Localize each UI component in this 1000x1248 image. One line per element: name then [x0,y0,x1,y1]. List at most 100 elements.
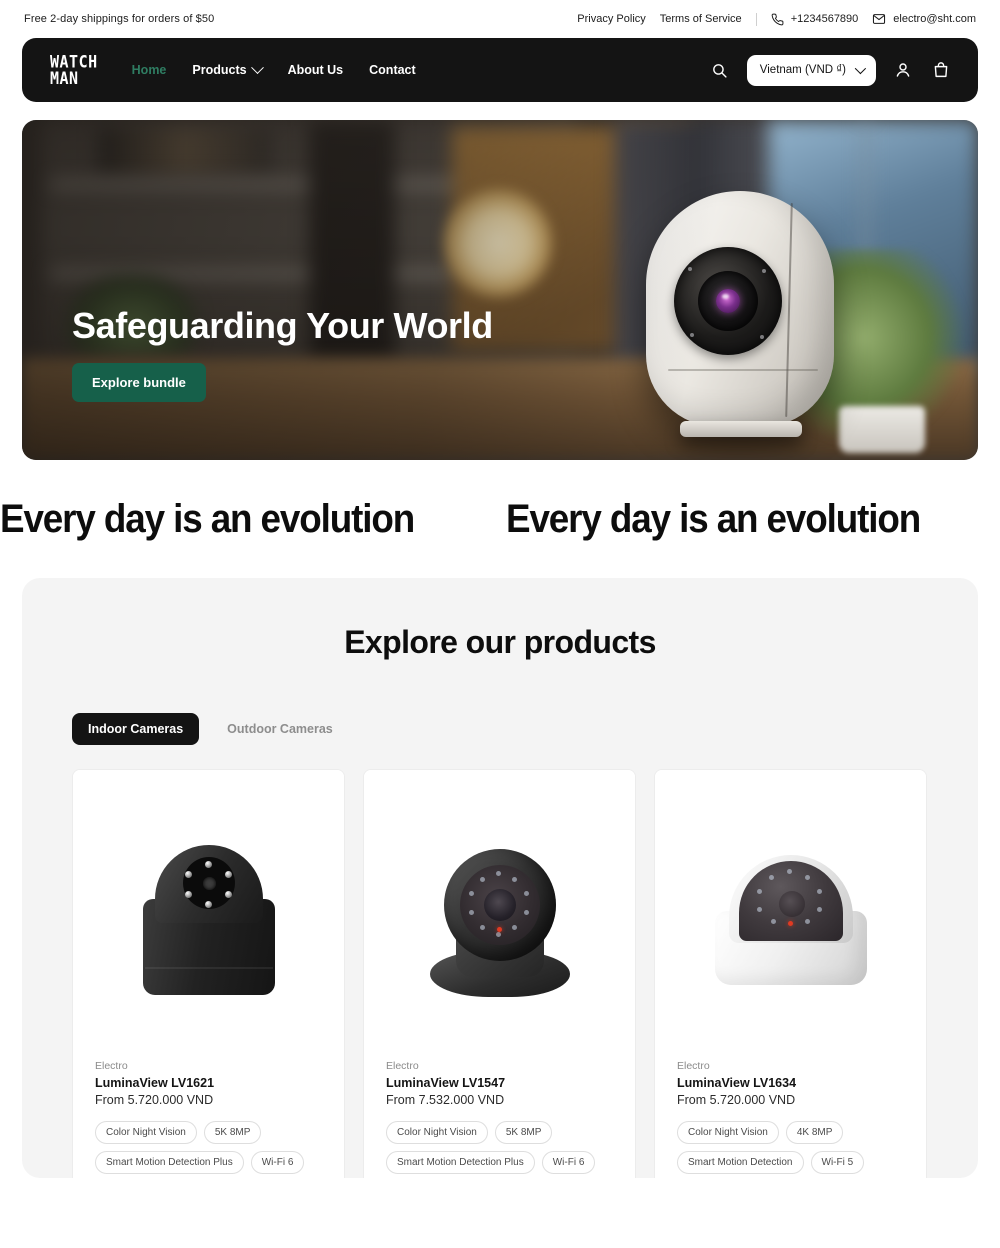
product-title[interactable]: LuminaView LV1634 [677,1076,904,1090]
product-card[interactable]: Electro LuminaView LV1621 From 5.720.000… [72,769,345,1178]
camera-dome [443,849,556,961]
ir-led [224,871,232,878]
product-vendor: Electro [677,1060,710,1072]
ir-led [468,910,474,915]
ir-led [479,877,485,882]
hero-overlay [22,120,978,460]
hero-title: Safeguarding Your World [72,305,493,346]
product-tag: Smart Motion Detection [677,1151,804,1174]
header: WATCH MAN Home Products About Us Contact… [0,38,1000,102]
privacy-policy-link[interactable]: Privacy Policy [577,13,645,25]
ir-led [523,910,529,915]
tab-outdoor-cameras[interactable]: Outdoor Cameras [211,713,349,745]
product-tag: Color Night Vision [386,1121,488,1144]
product-tag: Smart Motion Detection Plus [95,1151,244,1174]
primary-nav: Home Products About Us Contact [132,60,416,77]
camera-seam [144,967,273,969]
ir-led [816,889,822,894]
navigation-bar: WATCH MAN Home Products About Us Contact… [22,38,978,102]
nav-item-home-label: Home [131,63,167,77]
camera-glass [459,865,540,945]
product-grid: Electro LuminaView LV1621 From 5.720.000… [22,745,978,1178]
product-info: Electro LuminaView LV1621 From 5.720.000… [73,1060,344,1178]
email-contact[interactable]: electro@sht.com [872,12,976,26]
ir-led [511,925,517,930]
ir-led [224,891,232,898]
user-icon[interactable] [892,59,914,81]
product-tag: 5K 8MP [203,1121,262,1144]
hero-content: Safeguarding Your World Explore bundle [72,305,493,402]
ir-led [204,861,212,868]
announcement-bar: Free 2-day shippings for orders of $50 P… [0,0,1000,38]
phone-icon [771,13,784,26]
product-card[interactable]: Electro LuminaView LV1634 From 5.720.000… [654,769,927,1178]
currency-selected-value: Vietnam (VND ₫) [759,64,846,76]
status-led [496,927,502,932]
product-card[interactable]: Electro LuminaView LV1547 From 7.532.000… [363,769,636,1178]
marquee-text: Every day is an evolution [506,496,921,541]
nav-item-contact[interactable]: Contact [369,63,416,77]
section-title: Explore our products [344,624,656,660]
nav-actions: Vietnam (VND ₫) [709,54,952,86]
product-info: Electro LuminaView LV1547 From 7.532.000… [364,1060,635,1178]
nav-item-products[interactable]: Products [192,60,264,77]
ir-led [523,891,529,896]
divider [755,12,757,26]
product-price: From 7.532.000 VND [386,1093,505,1107]
phone-contact[interactable]: +1234567890 [771,13,859,26]
shopping-bag-icon[interactable] [930,59,952,81]
product-tags: Color Night Vision 5K 8MP Smart Motion D… [386,1121,613,1174]
ir-led [770,919,776,924]
product-title[interactable]: LuminaView LV1621 [95,1076,322,1090]
mail-icon [872,12,886,26]
product-title[interactable]: LuminaView LV1547 [386,1076,613,1090]
status-led [787,921,793,926]
currency-selector[interactable]: Vietnam (VND ₫) [746,54,876,86]
hero-banner: Safeguarding Your World Explore bundle [22,120,978,460]
ir-led [479,925,485,930]
product-tag: Wi-Fi 5 [810,1151,865,1174]
site-logo[interactable]: WATCH MAN [50,53,98,86]
terms-of-service-link[interactable]: Terms of Service [660,13,742,25]
ir-led [816,907,822,912]
ir-led [804,875,810,880]
search-icon[interactable] [709,59,731,81]
ir-led [204,901,212,908]
ir-led [184,891,192,898]
marquee-text: Every day is an evolution [0,496,415,541]
explore-bundle-button[interactable]: Explore bundle [72,363,206,402]
product-image [364,770,635,1060]
chevron-down-icon [854,62,867,75]
white-dome-camera-illustration [703,827,879,1003]
dark-turret-camera-illustration [412,827,588,1003]
product-tag: 5K 8MP [494,1121,553,1144]
nav-item-products-label: Products [192,63,247,77]
marquee-banner: Every day is an evolution Every day is a… [0,460,1000,578]
nav-item-home[interactable]: Home [132,63,167,77]
tab-indoor-cameras[interactable]: Indoor Cameras [72,713,200,745]
product-vendor: Electro [386,1060,419,1072]
camera-lens [202,877,216,890]
camera-lens [778,891,805,917]
product-price: From 5.720.000 VND [95,1093,214,1107]
ir-led [786,869,792,874]
product-info: Electro LuminaView LV1634 From 5.720.000… [655,1060,926,1178]
phone-number: +1234567890 [790,13,859,25]
ir-led [756,889,762,894]
ir-led [468,891,474,896]
product-tag: Color Night Vision [677,1121,779,1144]
product-tag: Smart Motion Detection Plus [386,1151,535,1174]
ir-led [495,932,501,937]
ir-led [804,919,810,924]
product-tags: Color Night Vision 5K 8MP Smart Motion D… [95,1121,322,1174]
product-category-tabs: Indoor Cameras Outdoor Cameras [22,661,978,745]
product-image [73,770,344,1060]
ir-led [495,871,501,876]
product-price: From 5.720.000 VND [677,1093,796,1107]
nav-item-about-us[interactable]: About Us [288,63,344,77]
products-section: Explore our products Indoor Cameras Outd… [22,578,978,1178]
ir-led [756,907,762,912]
chevron-down-icon [250,60,264,74]
product-vendor: Electro [95,1060,128,1072]
ir-led [511,877,517,882]
